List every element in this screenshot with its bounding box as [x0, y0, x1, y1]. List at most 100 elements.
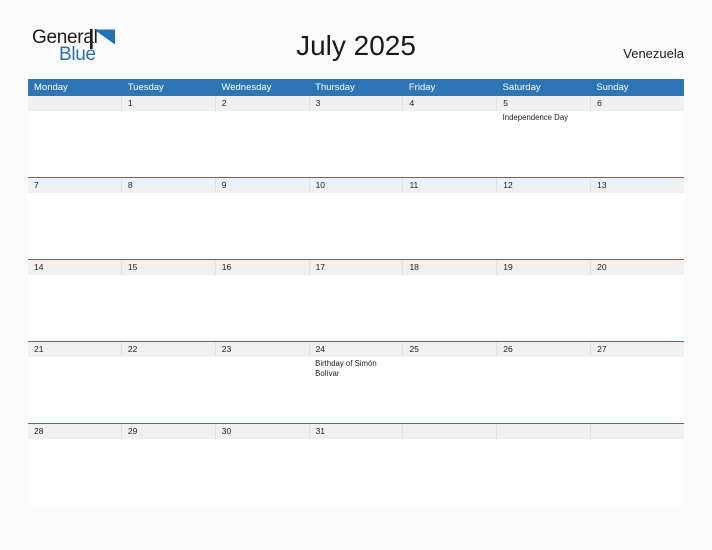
weekday-sunday: Sunday — [596, 82, 629, 93]
page-header: General Blue July 2025 Venezuela — [0, 0, 712, 65]
date-number-cell[interactable] — [28, 96, 121, 111]
calendar-week-row: 14 15 16 17 18 19 20 — [28, 259, 684, 341]
day-events-cell[interactable] — [215, 439, 309, 505]
weekday-wednesday: Wednesday — [221, 82, 272, 93]
week-event-band: Birthday of Simón Bolívar — [28, 357, 684, 423]
day-events-cell[interactable] — [215, 111, 309, 177]
day-events-cell[interactable] — [590, 193, 684, 259]
calendar-grid: Monday Tuesday Wednesday Thursday Friday… — [28, 79, 684, 505]
weekday-monday: Monday — [34, 82, 68, 93]
day-events-cell[interactable] — [403, 275, 497, 341]
day-events-cell[interactable] — [309, 275, 403, 341]
calendar-week-row: 21 22 23 24 25 26 27 Birthday of Simón Bolívar — [28, 341, 684, 423]
calendar-week-row: 1 2 3 4 5 6 Independence Day — [28, 96, 684, 177]
date-number-cell[interactable]: 16 — [214, 260, 309, 275]
day-events-cell[interactable] — [28, 275, 122, 341]
holiday-event-label: Birthday of Simón Bolívar — [315, 359, 377, 378]
date-number-cell[interactable]: 28 — [28, 424, 121, 439]
week-date-band: 21 22 23 24 25 26 27 — [28, 342, 684, 357]
date-number-cell[interactable]: 27 — [590, 342, 684, 357]
date-number-cell[interactable]: 1 — [120, 96, 215, 111]
day-events-cell[interactable] — [215, 193, 309, 259]
day-events-cell[interactable] — [28, 193, 122, 259]
date-number-cell[interactable]: 8 — [120, 178, 215, 193]
date-number-cell[interactable]: 6 — [590, 96, 684, 111]
date-number-cell[interactable]: 3 — [308, 96, 403, 111]
day-events-cell[interactable] — [590, 357, 684, 423]
day-events-cell[interactable]: Birthday of Simón Bolívar — [309, 357, 403, 423]
weekday-friday: Friday — [408, 82, 436, 93]
day-events-cell[interactable] — [497, 357, 591, 423]
date-number-cell[interactable]: 12 — [496, 178, 590, 193]
week-date-band: 14 15 16 17 18 19 20 — [28, 260, 684, 275]
date-number-cell[interactable]: 13 — [590, 178, 684, 193]
weekday-tuesday: Tuesday — [127, 82, 164, 93]
week-event-band: Independence Day — [28, 111, 684, 177]
day-events-cell[interactable] — [497, 193, 591, 259]
date-number-cell[interactable]: 19 — [496, 260, 590, 275]
date-number-cell[interactable]: 4 — [402, 96, 496, 111]
day-events-cell[interactable] — [122, 275, 216, 341]
date-number-cell[interactable] — [402, 424, 496, 439]
day-events-cell[interactable] — [497, 439, 591, 505]
weekday-header-row: Monday Tuesday Wednesday Thursday Friday… — [28, 79, 684, 96]
holiday-event-label: Independence Day — [502, 113, 569, 122]
day-events-cell[interactable] — [590, 111, 684, 177]
day-events-cell[interactable] — [122, 439, 216, 505]
day-events-cell[interactable] — [403, 357, 497, 423]
day-events-cell[interactable] — [309, 193, 403, 259]
date-number-cell[interactable]: 30 — [214, 424, 309, 439]
date-number-cell[interactable]: 24 — [308, 342, 403, 357]
calendar-week-row: 7 8 9 10 11 12 13 — [28, 177, 684, 259]
calendar-week-row: 28 29 30 31 — [28, 423, 684, 505]
day-events-cell[interactable] — [122, 111, 216, 177]
day-events-cell[interactable] — [403, 111, 497, 177]
page-title: July 2025 — [296, 30, 416, 61]
day-events-cell[interactable] — [215, 275, 309, 341]
region-label: Venezuela — [623, 46, 684, 61]
weekday-thursday: Thursday — [315, 82, 355, 93]
day-events-cell[interactable] — [28, 357, 122, 423]
date-number-cell[interactable]: 29 — [120, 424, 215, 439]
day-events-cell[interactable] — [309, 111, 403, 177]
weekday-saturday: Saturday — [502, 82, 541, 93]
date-number-cell[interactable]: 5 — [496, 96, 590, 111]
week-date-band: 28 29 30 31 — [28, 424, 684, 439]
date-number-cell[interactable]: 31 — [308, 424, 403, 439]
date-number-cell[interactable]: 10 — [308, 178, 403, 193]
date-number-cell[interactable]: 14 — [28, 260, 121, 275]
day-events-cell[interactable] — [590, 439, 684, 505]
week-event-band — [28, 193, 684, 259]
date-number-cell[interactable]: 20 — [590, 260, 684, 275]
date-number-cell[interactable]: 15 — [120, 260, 215, 275]
date-number-cell[interactable]: 22 — [120, 342, 215, 357]
week-event-band — [28, 275, 684, 341]
day-events-cell[interactable] — [28, 111, 122, 177]
week-event-band — [28, 439, 684, 505]
day-events-cell[interactable] — [215, 357, 309, 423]
date-number-cell[interactable]: 9 — [214, 178, 309, 193]
date-number-cell[interactable]: 25 — [402, 342, 496, 357]
day-events-cell[interactable] — [122, 357, 216, 423]
date-number-cell[interactable]: 2 — [214, 96, 309, 111]
day-events-cell[interactable] — [28, 439, 122, 505]
date-number-cell[interactable]: 21 — [28, 342, 121, 357]
day-events-cell[interactable] — [122, 193, 216, 259]
week-date-band: 7 8 9 10 11 12 13 — [28, 178, 684, 193]
day-events-cell[interactable] — [403, 439, 497, 505]
date-number-cell[interactable]: 23 — [214, 342, 309, 357]
date-number-cell[interactable]: 26 — [496, 342, 590, 357]
day-events-cell[interactable] — [590, 275, 684, 341]
date-number-cell[interactable] — [496, 424, 590, 439]
date-number-cell[interactable]: 7 — [28, 178, 121, 193]
day-events-cell[interactable] — [309, 439, 403, 505]
week-date-band: 123456 — [28, 96, 684, 111]
date-number-cell[interactable]: 17 — [308, 260, 403, 275]
date-number-cell[interactable]: 11 — [402, 178, 496, 193]
calendar-weeks: 1 2 3 4 5 6 Independence Day 7 8 9 10 11 12 13 14 15 16 1… — [28, 96, 684, 505]
date-number-cell[interactable] — [590, 424, 684, 439]
date-number-cell[interactable]: 18 — [402, 260, 496, 275]
day-events-cell[interactable]: Independence Day — [497, 111, 591, 177]
day-events-cell[interactable] — [497, 275, 591, 341]
day-events-cell[interactable] — [403, 193, 497, 259]
